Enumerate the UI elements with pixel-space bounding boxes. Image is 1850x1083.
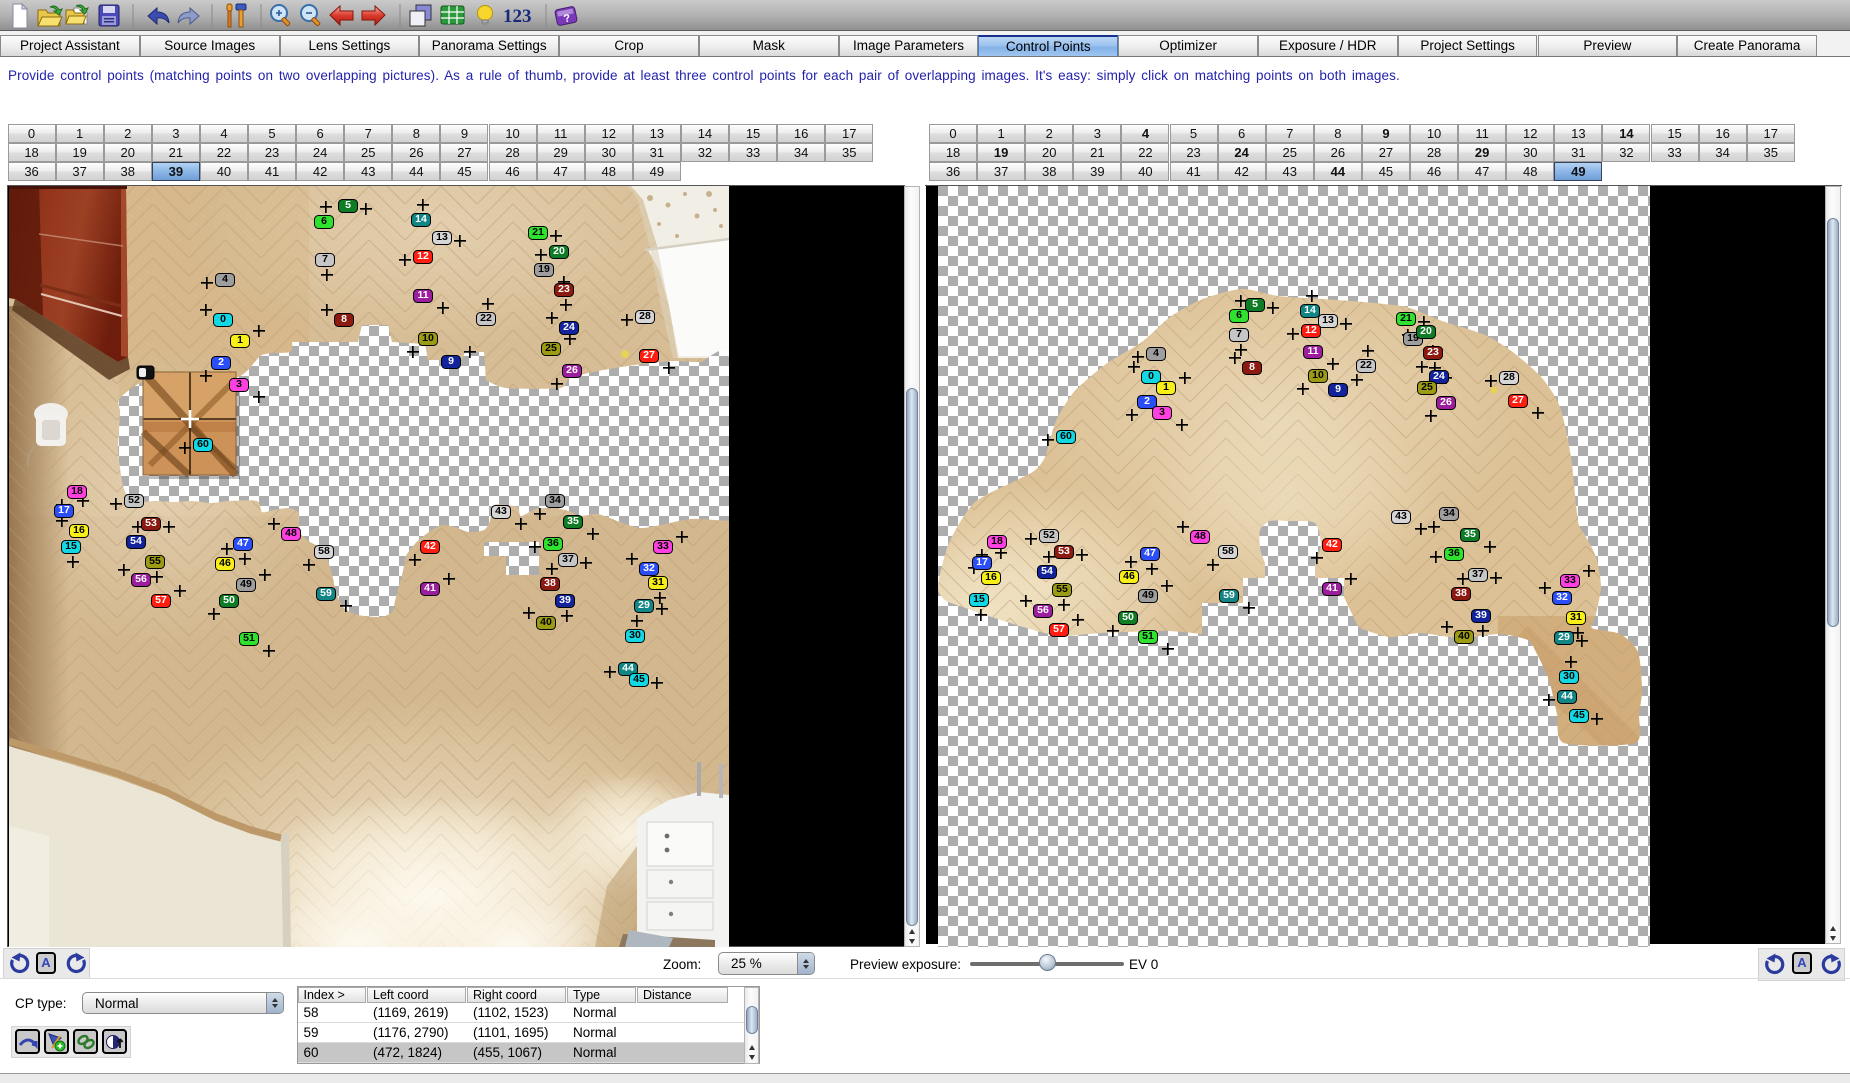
- svg-text:123: 123: [503, 6, 532, 27]
